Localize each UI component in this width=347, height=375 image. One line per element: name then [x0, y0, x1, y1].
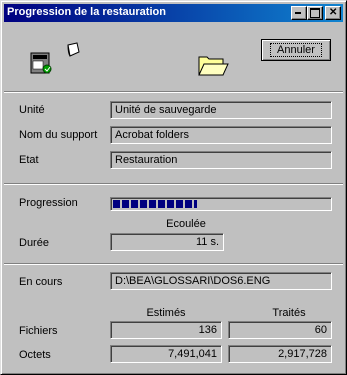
duration-field: 11 s. [110, 233, 224, 251]
restore-progress-dialog: Progression de la restauration ✕ Annuler… [0, 0, 347, 375]
cancel-button-label: Annuler [270, 43, 322, 57]
close-icon: ✕ [329, 7, 338, 18]
bytes-processed-field: 2,917,728 [228, 345, 332, 363]
media-name-label: Nom du support [19, 129, 98, 141]
bytes-estimated-field: 7,491,041 [110, 345, 222, 363]
state-field: Restauration [110, 151, 332, 169]
window-title: Progression de la restauration [7, 6, 166, 18]
processed-header: Traités [272, 307, 306, 319]
minimize-icon [295, 12, 301, 14]
current-label: En cours [19, 276, 63, 288]
progress-fill [113, 200, 197, 208]
files-processed-field: 60 [228, 321, 332, 339]
unit-field: Unité de sauvegarde [110, 101, 332, 119]
media-name-field: Acrobat folders [110, 126, 332, 144]
title-bar[interactable]: Progression de la restauration ✕ [4, 4, 343, 22]
tape-drive-icon [30, 52, 52, 74]
separator [4, 263, 343, 265]
files-label: Fichiers [19, 325, 58, 337]
state-label: Etat [19, 154, 39, 166]
bytes-label: Octets [19, 349, 51, 361]
flying-page-icon [67, 42, 80, 57]
elapsed-header: Ecoulée [166, 218, 206, 230]
close-button[interactable]: ✕ [325, 6, 341, 20]
open-folder-icon [198, 56, 229, 76]
progress-bar [110, 197, 332, 211]
separator [4, 183, 343, 185]
files-estimated-field: 136 [110, 321, 222, 339]
maximize-icon [310, 8, 320, 18]
current-file-field: D:\BEA\GLOSSARI\DOS6.ENG [110, 272, 332, 290]
minimize-button[interactable] [291, 6, 307, 20]
estimated-header: Estimés [146, 307, 186, 319]
duration-label: Durée [19, 237, 49, 249]
separator [4, 91, 343, 93]
cancel-button[interactable]: Annuler [261, 39, 331, 61]
maximize-button[interactable] [307, 6, 323, 20]
progress-label: Progression [19, 197, 78, 209]
unit-label: Unité [19, 104, 45, 116]
